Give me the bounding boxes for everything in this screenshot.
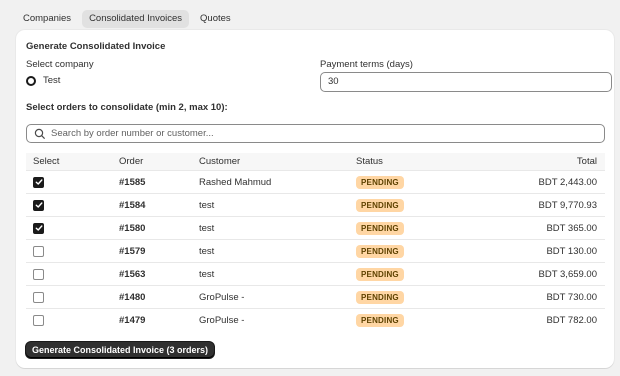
row-select-cell	[26, 285, 119, 309]
company-label: Select company	[26, 59, 94, 70]
header-select: Select	[26, 153, 119, 171]
status-badge: PENDING	[356, 175, 404, 189]
customer-name: test	[199, 239, 356, 263]
order-search-input[interactable]: Search by order number or customer...	[26, 124, 605, 143]
payment-terms-input[interactable]: 30	[320, 72, 612, 92]
customer-name: GroPulse -	[199, 308, 356, 331]
order-total: BDT 365.00	[506, 216, 605, 240]
header-total: Total	[506, 153, 605, 171]
row-select-cell	[26, 193, 119, 217]
customer-name: test	[199, 216, 356, 240]
tab-bar: Companies Consolidated Invoices Quotes	[16, 10, 238, 28]
order-total: BDT 3,659.00	[506, 262, 605, 286]
order-number: #1580	[119, 216, 199, 240]
status-cell: PENDING	[356, 239, 506, 263]
table-row: #1580 test PENDING BDT 365.00	[26, 216, 605, 240]
tab-companies[interactable]: Companies	[16, 10, 78, 28]
customer-name: Rashed Mahmud	[199, 170, 356, 194]
orders-table: Select Order Customer Status Total #1585…	[26, 153, 605, 331]
status-badge: PENDING	[356, 313, 404, 327]
order-number: #1479	[119, 308, 199, 331]
table-row: #1479 GroPulse - PENDING BDT 782.00	[26, 308, 605, 331]
customer-name: test	[199, 193, 356, 217]
checkmark-icon	[35, 225, 42, 231]
status-badge: PENDING	[356, 267, 404, 281]
company-radio-option[interactable]: Test	[26, 75, 60, 86]
header-status: Status	[356, 153, 506, 171]
status-badge: PENDING	[356, 198, 404, 212]
status-cell: PENDING	[356, 262, 506, 286]
table-row: #1579 test PENDING BDT 130.00	[26, 239, 605, 263]
search-icon	[34, 128, 45, 139]
row-checkbox[interactable]	[33, 245, 44, 257]
row-checkbox[interactable]	[33, 199, 44, 211]
row-select-cell	[26, 308, 119, 331]
row-select-cell	[26, 216, 119, 240]
order-number: #1585	[119, 170, 199, 194]
row-select-cell	[26, 262, 119, 286]
row-checkbox[interactable]	[33, 291, 44, 303]
table-row: #1563 test PENDING BDT 3,659.00	[26, 262, 605, 286]
search-placeholder: Search by order number or customer...	[51, 128, 214, 139]
table-row: #1584 test PENDING BDT 9,770.93	[26, 193, 605, 217]
table-row: #1480 GroPulse - PENDING BDT 730.00	[26, 285, 605, 309]
tab-consolidated-invoices[interactable]: Consolidated Invoices	[82, 10, 190, 28]
orders-section-label: Select orders to consolidate (min 2, max…	[26, 102, 228, 113]
table-row: #1585 Rashed Mahmud PENDING BDT 2,443.00	[26, 170, 605, 194]
row-select-cell	[26, 170, 119, 194]
tab-quotes[interactable]: Quotes	[193, 10, 238, 28]
status-cell: PENDING	[356, 216, 506, 240]
order-total: BDT 782.00	[506, 308, 605, 331]
generate-invoice-button[interactable]: Generate Consolidated Invoice (3 orders)	[26, 342, 215, 358]
order-total: BDT 730.00	[506, 285, 605, 309]
checkmark-icon	[35, 179, 42, 185]
row-checkbox[interactable]	[33, 176, 44, 188]
header-customer: Customer	[199, 153, 356, 171]
status-cell: PENDING	[356, 193, 506, 217]
header-order: Order	[119, 153, 199, 171]
row-checkbox[interactable]	[33, 268, 44, 280]
payment-terms-label: Payment terms (days)	[320, 59, 413, 70]
customer-name: GroPulse -	[199, 285, 356, 309]
customer-name: test	[199, 262, 356, 286]
consolidated-invoice-card: Generate Consolidated Invoice Select com…	[16, 30, 614, 368]
row-checkbox[interactable]	[33, 314, 44, 326]
checkmark-icon	[35, 202, 42, 208]
status-cell: PENDING	[356, 285, 506, 309]
status-cell: PENDING	[356, 170, 506, 194]
status-badge: PENDING	[356, 221, 404, 235]
radio-selected-icon[interactable]	[26, 75, 36, 86]
order-number: #1480	[119, 285, 199, 309]
order-number: #1584	[119, 193, 199, 217]
order-total: BDT 9,770.93	[506, 193, 605, 217]
order-number: #1563	[119, 262, 199, 286]
table-header-row: Select Order Customer Status Total	[26, 153, 605, 171]
order-total: BDT 2,443.00	[506, 170, 605, 194]
order-total: BDT 130.00	[506, 239, 605, 263]
row-checkbox[interactable]	[33, 222, 44, 234]
order-number: #1579	[119, 239, 199, 263]
status-cell: PENDING	[356, 308, 506, 331]
card-title: Generate Consolidated Invoice	[26, 41, 166, 52]
status-badge: PENDING	[356, 244, 404, 258]
status-badge: PENDING	[356, 290, 404, 304]
company-option-label: Test	[43, 75, 61, 86]
row-select-cell	[26, 239, 119, 263]
